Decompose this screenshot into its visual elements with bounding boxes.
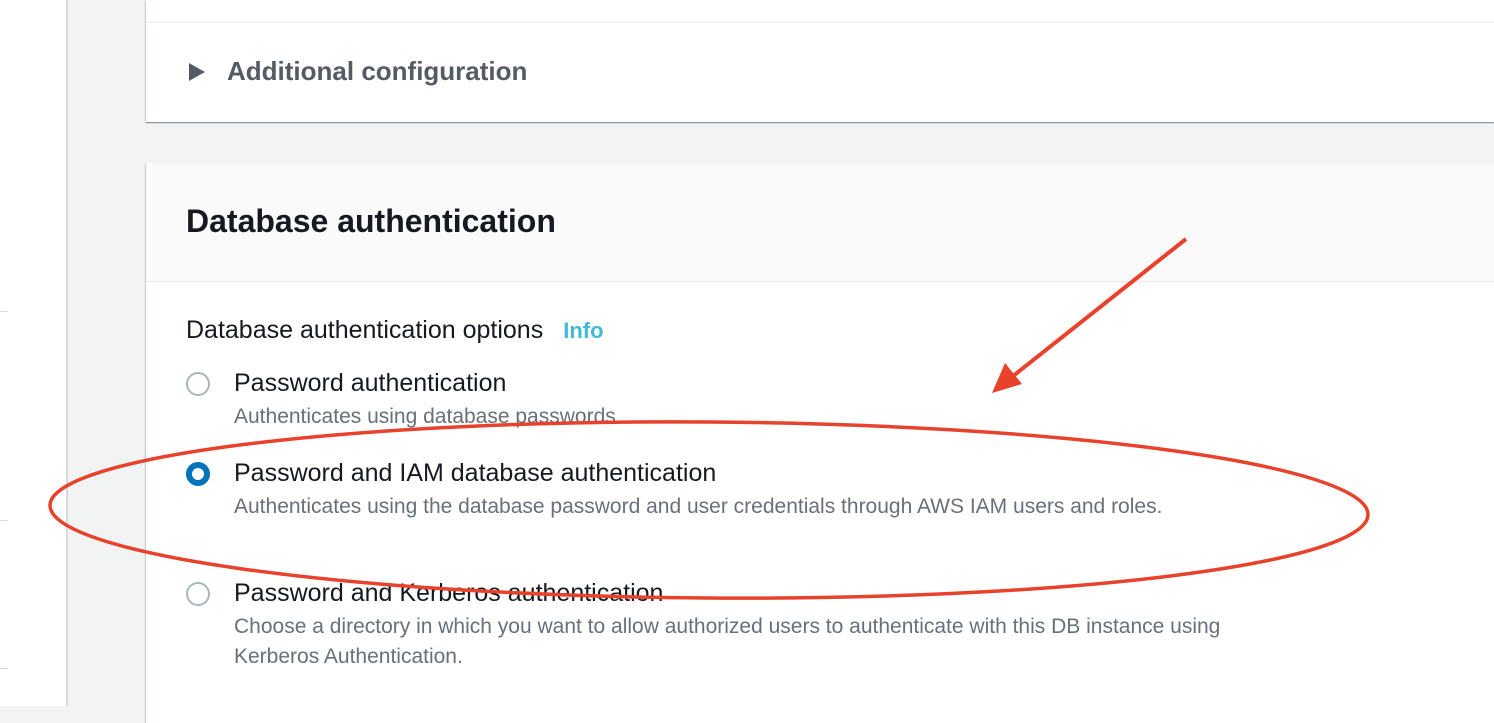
caret-right-icon: [189, 62, 205, 81]
left-divider: [0, 668, 8, 669]
left-navigation-strip: [0, 0, 68, 706]
options-label-row: Database authentication options Info: [186, 316, 604, 345]
info-link[interactable]: Info: [563, 318, 603, 344]
option-password-authentication[interactable]: Password authentication Authenticates us…: [186, 367, 1274, 432]
option-title: Password authentication: [234, 369, 507, 397]
option-description: Choose a directory in which you want to …: [234, 615, 1221, 668]
radio-password-kerberos-authentication[interactable]: [186, 582, 210, 606]
option-description: Authenticates using the database passwor…: [234, 495, 1163, 518]
panel-title: Database authentication: [186, 203, 556, 239]
left-divider: [0, 311, 8, 312]
option-text: Password and Kerberos authentication Cho…: [234, 577, 1274, 672]
panel-divider: [146, 22, 1494, 23]
option-description: Authenticates using database passwords.: [234, 405, 622, 428]
radio-password-authentication[interactable]: [186, 372, 210, 396]
option-title: Password and IAM database authentication: [234, 459, 717, 487]
option-title: Password and Kerberos authentication: [234, 579, 664, 607]
option-password-kerberos-authentication[interactable]: Password and Kerberos authentication Cho…: [186, 577, 1274, 672]
option-password-iam-authentication[interactable]: Password and IAM database authentication…: [186, 457, 1274, 522]
option-text: Password authentication Authenticates us…: [234, 367, 1274, 432]
left-divider: [0, 520, 8, 521]
options-label: Database authentication options: [186, 316, 544, 344]
database-authentication-panel: Database authentication Database authent…: [146, 163, 1494, 723]
panel-header: Database authentication: [146, 163, 1494, 282]
additional-configuration-expander[interactable]: Additional configuration: [186, 56, 527, 87]
additional-configuration-panel: Additional configuration: [146, 0, 1494, 122]
radio-password-iam-authentication[interactable]: [186, 462, 210, 486]
additional-configuration-label: Additional configuration: [227, 56, 528, 86]
option-text: Password and IAM database authentication…: [234, 457, 1274, 522]
